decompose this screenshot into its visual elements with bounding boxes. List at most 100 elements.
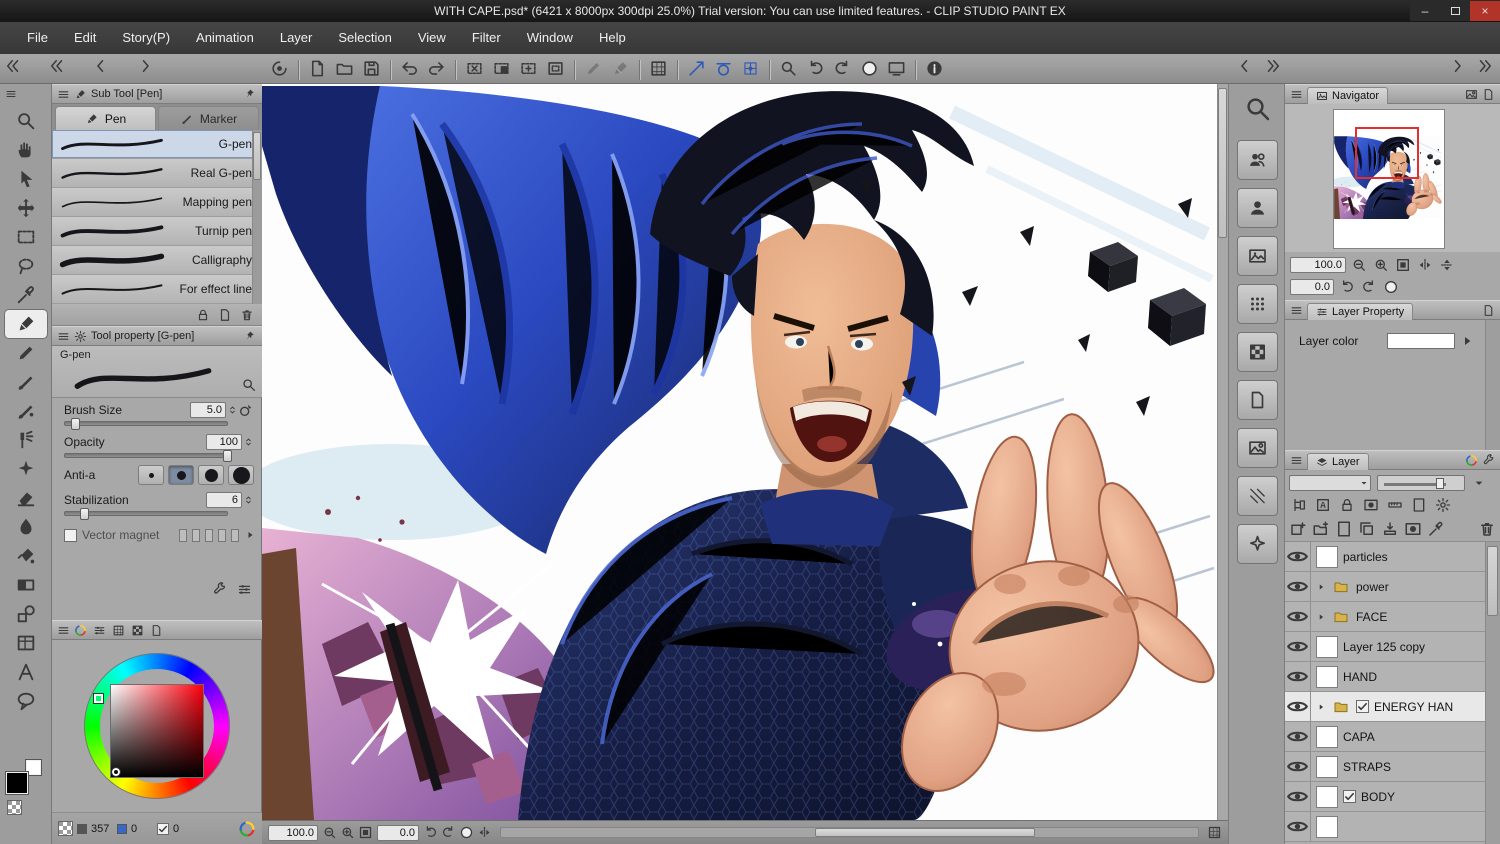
saturation-value-square[interactable] [110,684,204,778]
antialias-option-2[interactable] [198,465,224,485]
antialias-option-0[interactable] [138,465,164,485]
clip-mask-icon[interactable] [1291,497,1307,513]
snap-to-ruler-button[interactable] [683,56,710,81]
zoom-in-icon[interactable] [1373,257,1389,273]
canvas-horizontal-scrollbar[interactable] [500,827,1199,838]
paper-icon[interactable] [1411,497,1427,513]
layer-color-expand-icon[interactable] [1459,333,1475,349]
layer-thumbnail[interactable] [1316,635,1338,658]
antialias-option-1[interactable] [168,465,194,485]
ruler-icon-icon[interactable] [1387,497,1403,513]
layer-search-icon[interactable] [1465,454,1478,467]
reset-display-icon[interactable] [1383,279,1399,295]
hue-marker[interactable] [93,693,104,704]
redo-button[interactable] [423,56,450,81]
tool-strip-menu-icon[interactable] [5,88,17,100]
canvas-horizontal-scrollbar-thumb[interactable] [814,828,1035,837]
panel-menu-icon[interactable] [57,624,70,637]
zoom-button[interactable] [775,56,802,81]
transparent-color-swatch[interactable] [7,800,22,815]
layer-row[interactable]: CAPA [1285,722,1485,752]
vector-magnet-checkbox[interactable] [64,528,77,542]
menu-filter[interactable]: Filter [459,22,514,54]
figure-tool[interactable] [5,600,47,628]
menu-file[interactable]: File [14,22,61,54]
sliders-icon[interactable] [237,582,252,597]
flip-v-icon[interactable] [1439,257,1455,273]
menu-help[interactable]: Help [586,22,639,54]
value-checkbox[interactable] [157,822,169,835]
layer-row[interactable]: ENERGY HAN [1285,692,1485,722]
zoom-in-icon[interactable] [340,825,355,840]
chevrons-right-icon[interactable] [1264,57,1282,75]
blend-mode-combobox[interactable] [1289,475,1371,491]
text-tool[interactable] [5,658,47,686]
page-icon[interactable] [150,624,163,637]
slider-thumb[interactable] [223,450,232,462]
lock-icon[interactable] [196,308,210,322]
operation-tool[interactable] [5,165,47,193]
color-wheel-icon[interactable] [74,624,87,637]
panel-menu-icon[interactable] [57,88,70,101]
flip-h-icon[interactable] [477,825,492,840]
open-file-button[interactable] [331,56,358,81]
chevron-right-icon[interactable] [136,57,154,75]
fit-100-icon[interactable] [358,825,373,840]
select-launch-button[interactable] [515,56,542,81]
layer-checkbox[interactable] [1356,700,1369,713]
hand-tool[interactable] [5,136,47,164]
brush-tool[interactable] [5,368,47,396]
layer-thumbnail[interactable] [1316,665,1338,688]
slider-thumb[interactable] [80,508,90,520]
layer-thumbnail[interactable] [1316,785,1338,808]
subtool-item[interactable]: For effect line [52,275,262,304]
pencil-tool[interactable] [5,339,47,367]
layer-list-scrollbar-thumb[interactable] [1487,546,1498,616]
layer-thumbnail[interactable] [1316,725,1338,748]
material-person-button[interactable] [1237,188,1278,228]
copy-layer-icon[interactable] [1358,520,1376,538]
subtool-tab-pen[interactable]: Pen [55,106,156,130]
menu-layer[interactable]: Layer [267,22,326,54]
balloon-tool[interactable] [5,687,47,715]
lasso-tool[interactable] [5,252,47,280]
menu-window[interactable]: Window [514,22,586,54]
material-landscape-button[interactable] [1237,428,1278,468]
pencil-button[interactable] [580,56,607,81]
trash-icon[interactable] [1478,520,1496,538]
layer-tab[interactable]: Layer [1307,453,1369,470]
lock-icon[interactable] [1339,497,1355,513]
grid-icon[interactable] [112,624,125,637]
rotate-right-button[interactable] [829,56,856,81]
effect-icon[interactable] [1482,304,1495,317]
navigator-tab[interactable]: Navigator [1307,87,1389,104]
subview-icon[interactable] [1465,88,1478,101]
close-button[interactable]: × [1470,1,1500,21]
layer-row[interactable]: Layer 125 copy [1285,632,1485,662]
layer-row[interactable]: power [1285,572,1485,602]
fit-to-screen-button[interactable] [883,56,910,81]
subtool-item[interactable]: Real G-pen [52,159,262,188]
new-layer-icon[interactable] [1289,520,1307,538]
layer-visibility-toggle[interactable] [1285,602,1311,631]
layer-property-scrollbar[interactable] [1485,320,1500,450]
rotate-right-icon[interactable] [441,825,456,840]
reset-display-button[interactable] [856,56,883,81]
navigator-view-frame[interactable] [1355,127,1419,179]
layer-visibility-toggle[interactable] [1285,752,1311,781]
panel-menu-icon[interactable] [1290,454,1303,467]
layer-opacity-slider[interactable] [1377,475,1465,491]
clip-studio-logo-button[interactable] [266,56,293,81]
gear-icon[interactable] [1435,497,1451,513]
folder-expand-arrow[interactable] [1316,702,1326,712]
param-slider[interactable] [64,418,228,430]
layer-row[interactable] [1285,812,1485,842]
param-value[interactable]: 5.0 [190,402,226,418]
panel-menu-icon[interactable] [57,330,70,343]
layer-visibility-toggle[interactable] [1285,572,1311,601]
layer-row[interactable]: particles [1285,542,1485,572]
minimize-button[interactable]: – [1410,1,1440,21]
wrench-icon[interactable] [212,582,227,597]
zoom-out-icon[interactable] [1351,257,1367,273]
eyedropper-tool[interactable] [5,281,47,309]
